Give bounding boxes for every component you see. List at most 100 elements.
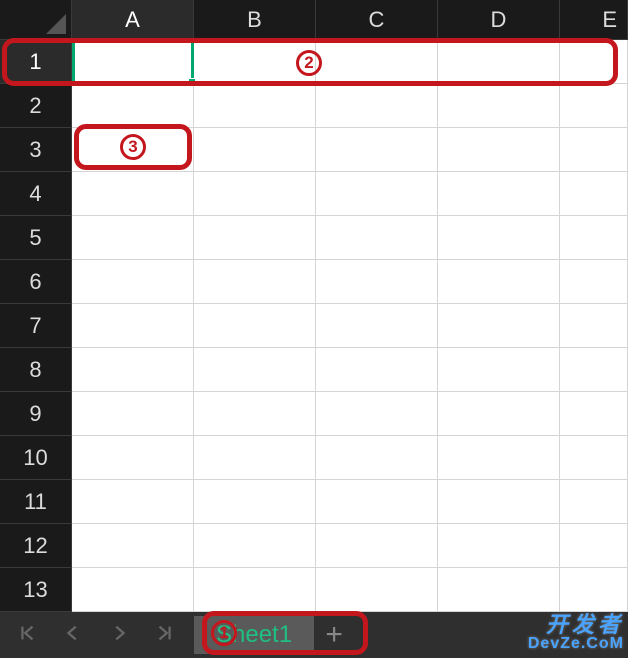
cell[interactable] (316, 260, 438, 304)
cell[interactable] (72, 436, 194, 480)
cell[interactable] (438, 172, 560, 216)
cell[interactable] (72, 568, 194, 612)
cell[interactable] (438, 480, 560, 524)
cell[interactable] (72, 260, 194, 304)
cell[interactable] (560, 260, 628, 304)
row-header-9[interactable]: 9 (0, 392, 72, 436)
cell[interactable] (316, 348, 438, 392)
cell[interactable] (316, 480, 438, 524)
cell[interactable] (560, 84, 628, 128)
sheet-tab-bar: Sheet1 + (0, 612, 628, 658)
row-header-2[interactable]: 2 (0, 84, 72, 128)
cell[interactable] (194, 568, 316, 612)
row-header-10[interactable]: 10 (0, 436, 72, 480)
cell[interactable] (438, 304, 560, 348)
cell[interactable] (194, 128, 316, 172)
cell[interactable] (438, 216, 560, 260)
cell[interactable] (560, 436, 628, 480)
column-header-c[interactable]: C (316, 0, 438, 40)
row-header-7[interactable]: 7 (0, 304, 72, 348)
cell[interactable] (194, 480, 316, 524)
column-headers: A B C D E (72, 0, 628, 40)
nav-last-icon (154, 622, 176, 649)
cell[interactable] (438, 524, 560, 568)
cell[interactable] (316, 304, 438, 348)
cell[interactable] (560, 524, 628, 568)
row-header-4[interactable]: 4 (0, 172, 72, 216)
nav-last-button[interactable] (142, 612, 188, 658)
nav-first-button[interactable] (4, 612, 50, 658)
select-all-corner[interactable] (0, 0, 72, 40)
row-header-11[interactable]: 11 (0, 480, 72, 524)
sheet-tab[interactable]: Sheet1 (194, 616, 314, 654)
cell[interactable] (438, 128, 560, 172)
cell-area[interactable] (72, 40, 628, 612)
cell[interactable] (194, 172, 316, 216)
cell[interactable] (72, 480, 194, 524)
cell[interactable] (72, 304, 194, 348)
row-header-12[interactable]: 12 (0, 524, 72, 568)
cell[interactable] (438, 260, 560, 304)
nav-first-icon (16, 622, 38, 649)
cell[interactable] (194, 40, 316, 84)
row-header-8[interactable]: 8 (0, 348, 72, 392)
cell[interactable] (438, 436, 560, 480)
cell[interactable] (72, 524, 194, 568)
cell[interactable] (560, 172, 628, 216)
column-header-a[interactable]: A (72, 0, 194, 40)
cell[interactable] (316, 84, 438, 128)
cell[interactable] (194, 84, 316, 128)
cell[interactable] (316, 392, 438, 436)
cell[interactable] (560, 40, 628, 84)
cell[interactable] (316, 216, 438, 260)
nav-next-button[interactable] (96, 612, 142, 658)
row-header-1[interactable]: 1 (0, 40, 72, 84)
row-header-5[interactable]: 5 (0, 216, 72, 260)
cell[interactable] (438, 568, 560, 612)
cell[interactable] (438, 392, 560, 436)
cell[interactable] (72, 348, 194, 392)
cell[interactable] (194, 524, 316, 568)
cell[interactable] (194, 392, 316, 436)
cell[interactable] (194, 260, 316, 304)
row-header-6[interactable]: 6 (0, 260, 72, 304)
column-header-e[interactable]: E (560, 0, 628, 40)
add-sheet-button[interactable]: + (314, 612, 354, 658)
cell[interactable] (72, 392, 194, 436)
chevron-left-icon (62, 622, 84, 649)
chevron-right-icon (108, 622, 130, 649)
cell[interactable] (560, 480, 628, 524)
cell[interactable] (560, 304, 628, 348)
row-headers: 1 2 3 4 5 6 7 8 9 10 11 12 13 (0, 40, 72, 612)
cell[interactable] (316, 128, 438, 172)
nav-prev-button[interactable] (50, 612, 96, 658)
cell[interactable] (316, 172, 438, 216)
cell[interactable] (560, 128, 628, 172)
cell[interactable] (438, 84, 560, 128)
column-header-d[interactable]: D (438, 0, 560, 40)
spreadsheet-grid: A B C D E 1 2 3 4 5 6 7 8 9 10 11 12 13 (0, 0, 628, 612)
cell[interactable] (72, 40, 194, 84)
cell[interactable] (72, 216, 194, 260)
cell[interactable] (194, 216, 316, 260)
cell[interactable] (316, 40, 438, 84)
cell[interactable] (72, 128, 194, 172)
cell[interactable] (560, 392, 628, 436)
cell[interactable] (438, 40, 560, 84)
row-header-3[interactable]: 3 (0, 128, 72, 172)
cell[interactable] (560, 216, 628, 260)
cell[interactable] (560, 348, 628, 392)
cell[interactable] (560, 568, 628, 612)
cell[interactable] (194, 304, 316, 348)
cell[interactable] (438, 348, 560, 392)
cell[interactable] (316, 524, 438, 568)
cell[interactable] (194, 436, 316, 480)
cell[interactable] (72, 84, 194, 128)
cell[interactable] (194, 348, 316, 392)
row-header-13[interactable]: 13 (0, 568, 72, 612)
plus-icon: + (325, 618, 343, 652)
column-header-b[interactable]: B (194, 0, 316, 40)
cell[interactable] (316, 568, 438, 612)
cell[interactable] (72, 172, 194, 216)
cell[interactable] (316, 436, 438, 480)
